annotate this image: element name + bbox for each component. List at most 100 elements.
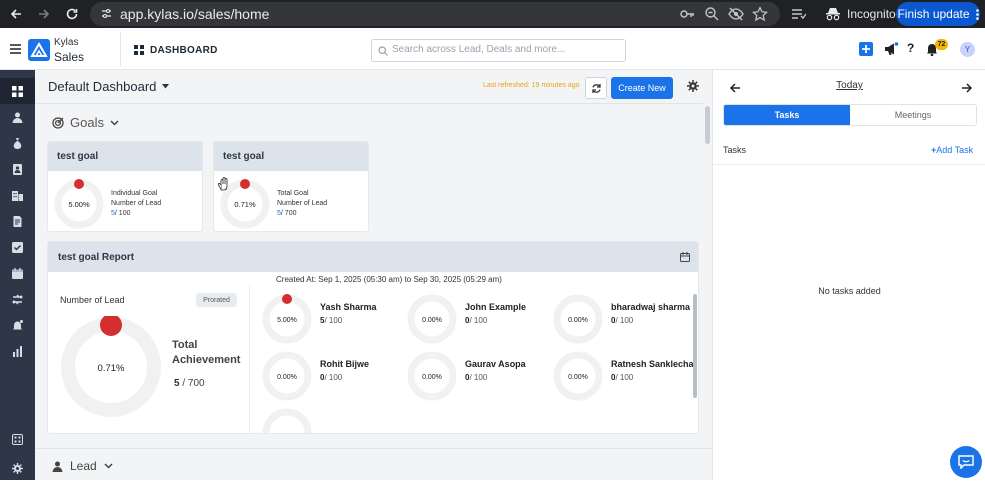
apps-grid-icon bbox=[12, 433, 23, 445]
password-key-icon[interactable] bbox=[679, 6, 695, 22]
reload-icon[interactable] bbox=[58, 0, 86, 28]
target-goal-icon bbox=[52, 116, 64, 129]
toolbar-divider bbox=[35, 103, 703, 104]
total-progress-ring: 0.71% bbox=[60, 316, 162, 418]
url-text: app.kylas.io/sales/home bbox=[120, 6, 270, 22]
create-new-button[interactable]: Create New bbox=[611, 77, 673, 99]
sidebar-item-settings[interactable] bbox=[0, 455, 35, 481]
sidebar-item-tasks[interactable] bbox=[0, 234, 35, 260]
progress-indicator-dot bbox=[74, 179, 84, 189]
report-scrollbar[interactable] bbox=[693, 294, 697, 398]
sidebar-item-apps[interactable] bbox=[0, 426, 35, 452]
search-input[interactable] bbox=[392, 44, 620, 55]
user-progress-ring: 0.00% bbox=[553, 351, 603, 401]
main-scrollbar[interactable] bbox=[705, 106, 710, 144]
incognito-indicator[interactable]: Incognito bbox=[815, 3, 906, 25]
calendar-icon bbox=[12, 267, 23, 279]
goal-card-title: test goal bbox=[57, 151, 99, 162]
sidebar-item-campaigns[interactable] bbox=[0, 312, 35, 338]
tasks-meetings-tabs: Tasks Meetings bbox=[723, 104, 977, 126]
dashboard-settings-gear-icon[interactable] bbox=[687, 80, 701, 94]
user-progress-tile: 5.00% Yash Sharma 5/ 100 bbox=[262, 294, 402, 346]
zoom-icon[interactable] bbox=[704, 6, 720, 22]
sidebar-item-contacts[interactable] bbox=[0, 104, 35, 130]
quick-add-icon[interactable] bbox=[859, 42, 873, 56]
user-progress-ring: 5.00% bbox=[262, 294, 312, 344]
goal-card[interactable]: test goal 5.00% Individual Goal Number o… bbox=[47, 141, 203, 232]
sidebar-item-leads[interactable] bbox=[0, 156, 35, 182]
chat-support-button[interactable] bbox=[950, 446, 982, 478]
help-question-icon[interactable]: ? bbox=[907, 41, 914, 55]
next-day-arrow-icon[interactable] bbox=[961, 82, 973, 94]
finish-update-label: Finish update bbox=[897, 7, 970, 21]
empty-tasks-message: No tasks added bbox=[818, 286, 881, 296]
finish-update-button[interactable]: Finish update bbox=[896, 2, 980, 26]
forward-arrow-icon[interactable] bbox=[30, 0, 58, 28]
site-info-icon[interactable] bbox=[100, 7, 113, 20]
report-title: test goal Report bbox=[58, 251, 135, 263]
tab-meetings[interactable]: Meetings bbox=[850, 105, 976, 125]
tab-tasks[interactable]: Tasks bbox=[724, 105, 850, 125]
hamburger-menu-icon[interactable] bbox=[10, 44, 21, 54]
browser-toolbar: app.kylas.io/sales/home Incognito Finish… bbox=[0, 0, 985, 28]
sidebar-item-deals[interactable] bbox=[0, 130, 35, 156]
building-icon bbox=[12, 190, 23, 201]
sidebar-item-reports[interactable] bbox=[0, 338, 35, 364]
user-progress-ring: 0.00% bbox=[407, 351, 457, 401]
kylas-logo[interactable] bbox=[28, 39, 50, 61]
goal-percent: 0.71% bbox=[234, 200, 256, 209]
user-progress-tile: 0.00% bharadwaj sharma 0/ 100 bbox=[553, 294, 693, 346]
reading-list-icon[interactable] bbox=[790, 6, 806, 22]
goal-type: Individual Goal bbox=[111, 190, 158, 197]
back-arrow-icon[interactable] bbox=[2, 0, 30, 28]
tasks-panel: Today Tasks Meetings Tasks +Add Task No … bbox=[712, 70, 985, 480]
money-bag-icon bbox=[13, 137, 22, 149]
sidebar-item-workflows[interactable] bbox=[0, 286, 35, 312]
gear-icon bbox=[12, 462, 23, 474]
brand-title: Kylas bbox=[54, 37, 79, 48]
announcement-megaphone-icon[interactable] bbox=[884, 42, 899, 56]
eye-off-icon[interactable] bbox=[728, 6, 744, 22]
global-search[interactable] bbox=[371, 39, 626, 62]
sidebar-item-companies[interactable] bbox=[0, 182, 35, 208]
goal-card[interactable]: test goal 0.71% Total Goal Number of Lea… bbox=[213, 141, 369, 232]
user-percent: 0.00% bbox=[422, 317, 442, 324]
add-task-link[interactable]: +Add Task bbox=[931, 145, 973, 155]
header-divider bbox=[120, 32, 121, 66]
user-avatar[interactable]: Y bbox=[960, 42, 975, 57]
total-achievement-label: Total Achievement bbox=[172, 339, 241, 366]
bookmark-star-icon[interactable] bbox=[752, 6, 768, 22]
dashboard-grid-icon bbox=[134, 45, 144, 55]
progress-indicator-dot bbox=[240, 179, 250, 189]
incognito-icon bbox=[826, 8, 840, 21]
sidebar-item-dashboard[interactable] bbox=[0, 78, 35, 104]
prorated-badge: Prorated bbox=[196, 293, 237, 307]
user-progress-ring: 0.00% bbox=[553, 294, 603, 344]
tasks-heading: Tasks bbox=[723, 145, 747, 155]
total-achieved: 5 bbox=[174, 378, 180, 389]
calendar-icon[interactable] bbox=[680, 252, 690, 262]
sidebar-item-calendar[interactable] bbox=[0, 260, 35, 286]
incognito-label: Incognito bbox=[847, 7, 896, 21]
goal-metric: Number of Lead bbox=[111, 200, 162, 207]
address-bar[interactable]: app.kylas.io/sales/home bbox=[90, 2, 780, 26]
goals-section-toggle[interactable]: Goals bbox=[52, 115, 119, 130]
search-icon bbox=[378, 46, 388, 56]
user-progress-tile: 0.00% John Example 0/ 100 bbox=[407, 294, 547, 346]
date-label[interactable]: Today bbox=[713, 80, 985, 91]
sidebar-item-documents[interactable] bbox=[0, 208, 35, 234]
dashboard-selector[interactable]: Default Dashboard bbox=[48, 79, 170, 94]
person-icon bbox=[12, 112, 23, 123]
user-name: bharadwaj sharma bbox=[611, 302, 691, 312]
dashboard-icon bbox=[12, 85, 23, 97]
chevron-down-icon bbox=[110, 119, 119, 126]
goal-percent: 5.00% bbox=[68, 200, 90, 209]
refresh-button[interactable] bbox=[585, 77, 607, 99]
lead-section-toggle[interactable]: Lead bbox=[52, 459, 113, 473]
user-percent: 5.00% bbox=[277, 317, 297, 324]
mouse-cursor-icon bbox=[218, 177, 229, 191]
user-percent: 0.00% bbox=[422, 374, 442, 381]
last-refreshed-text: Last refreshed: 19 minutes ago bbox=[483, 82, 580, 89]
user-name: Rohit Bijwe bbox=[320, 359, 369, 369]
dashboard-main: Default Dashboard Last refreshed: 19 min… bbox=[35, 70, 712, 480]
